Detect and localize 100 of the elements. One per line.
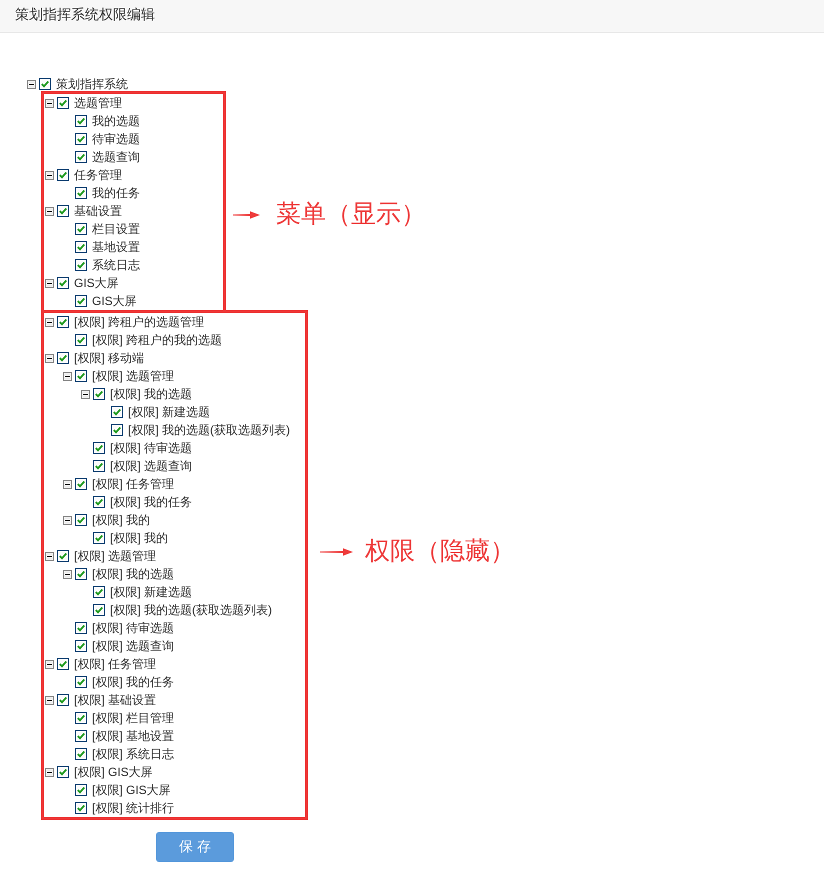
checkbox[interactable]	[57, 550, 69, 562]
checkbox[interactable]	[75, 676, 87, 688]
checkbox[interactable]	[57, 169, 69, 181]
checkbox[interactable]	[57, 97, 69, 109]
collapse-icon[interactable]	[63, 516, 72, 524]
collapse-icon[interactable]	[45, 660, 54, 668]
collapse-icon[interactable]	[81, 390, 90, 398]
checkbox[interactable]	[75, 478, 87, 490]
checkbox[interactable]	[57, 352, 69, 364]
collapse-icon[interactable]	[45, 206, 54, 216]
right-arrow-icon	[233, 211, 260, 219]
tree-node-label[interactable]: [权限] 统计排行	[92, 801, 174, 815]
checkbox[interactable]	[93, 460, 105, 472]
tree-node-label[interactable]: [权限] 基础设置	[74, 693, 156, 707]
tree-node-label[interactable]: [权限] 我的	[92, 513, 150, 527]
tree-node-label[interactable]: 待审选题	[92, 132, 140, 146]
checkbox[interactable]	[93, 586, 105, 598]
collapse-icon[interactable]	[45, 552, 54, 560]
collapse-icon[interactable]	[45, 768, 54, 776]
checkbox[interactable]	[93, 388, 105, 400]
checkbox[interactable]	[57, 277, 69, 289]
tree-node-label[interactable]: [权限] 新建选题	[110, 585, 192, 599]
checkbox[interactable]	[75, 802, 87, 814]
tree-node-label[interactable]: [权限] 我的选题(获取选题列表)	[128, 423, 290, 437]
checkbox[interactable]	[75, 730, 87, 742]
tree-node-label[interactable]: [权限] 选题管理	[74, 549, 156, 563]
checkbox[interactable]	[75, 622, 87, 634]
tree-node-label[interactable]: 选题查询	[92, 150, 140, 164]
checkbox[interactable]	[75, 133, 87, 145]
tree-node-label[interactable]: [权限] 选题查询	[92, 639, 174, 653]
checkbox[interactable]	[93, 604, 105, 616]
checkbox[interactable]	[75, 568, 87, 580]
checkbox[interactable]	[93, 532, 105, 544]
tree-node-label[interactable]: [权限] 待审选题	[110, 441, 192, 455]
tree-node-label[interactable]: [权限] 任务管理	[74, 657, 156, 671]
checkbox[interactable]	[111, 406, 123, 418]
tree-node-label[interactable]: [权限] 选题查询	[110, 459, 192, 473]
checkbox[interactable]	[75, 640, 87, 652]
checkbox[interactable]	[57, 658, 69, 670]
checkbox[interactable]	[57, 766, 69, 778]
tree-node-label[interactable]: [权限] 任务管理	[92, 477, 174, 491]
checkbox[interactable]	[75, 151, 87, 163]
collapse-icon[interactable]	[63, 480, 72, 488]
checkbox[interactable]	[75, 748, 87, 760]
checkbox[interactable]	[75, 784, 87, 796]
tree-node-label[interactable]: 选题管理	[74, 96, 122, 110]
checkbox[interactable]	[75, 295, 87, 307]
collapse-icon[interactable]	[45, 98, 54, 108]
collapse-icon[interactable]	[45, 696, 54, 704]
checkbox[interactable]	[75, 514, 87, 526]
checkbox[interactable]	[75, 370, 87, 382]
tree-node-label[interactable]: 基地设置	[92, 240, 140, 254]
checkbox[interactable]	[75, 241, 87, 253]
tree-node-label[interactable]: [权限] 新建选题	[128, 405, 210, 419]
tree-node-label[interactable]: [权限] 选题管理	[92, 369, 174, 383]
tree-node-label[interactable]: [权限] 我的选题	[110, 387, 192, 401]
checkbox[interactable]	[75, 187, 87, 199]
checkbox[interactable]	[57, 694, 69, 706]
tree-node-label[interactable]: 我的选题	[92, 114, 140, 128]
tree-node-label[interactable]: 任务管理	[74, 168, 122, 182]
tree-node-label[interactable]: GIS大屏	[74, 276, 119, 290]
tree-node-label[interactable]: [权限] 待审选题	[92, 621, 174, 635]
tree-node-label[interactable]: [权限] 我的选题	[92, 567, 174, 581]
checkbox[interactable]	[75, 223, 87, 235]
collapse-icon[interactable]	[45, 354, 54, 362]
tree-node-label[interactable]: 基础设置	[74, 204, 122, 218]
tree-node-label[interactable]: [权限] GIS大屏	[74, 765, 153, 779]
checkbox[interactable]	[57, 205, 69, 217]
checkbox[interactable]	[93, 442, 105, 454]
checkbox[interactable]	[75, 334, 87, 346]
collapse-icon[interactable]	[27, 80, 36, 88]
tree-node-label[interactable]: [权限] 栏目管理	[92, 711, 174, 725]
collapse-icon[interactable]	[63, 372, 72, 380]
tree-node-label[interactable]: [权限] 系统日志	[92, 747, 174, 761]
checkbox[interactable]	[75, 712, 87, 724]
tree-node-label[interactable]: 策划指挥系统	[56, 77, 128, 91]
tree-node-label[interactable]: 栏目设置	[92, 222, 140, 236]
tree-node-label[interactable]: GIS大屏	[92, 294, 137, 308]
tree-node-label[interactable]: [权限] 基地设置	[92, 729, 174, 743]
collapse-icon[interactable]	[63, 570, 72, 578]
tree-node-label[interactable]: 系统日志	[92, 258, 140, 272]
checkbox[interactable]	[75, 115, 87, 127]
tree-node-label[interactable]: [权限] 移动端	[74, 351, 144, 365]
checkbox[interactable]	[111, 424, 123, 436]
checkbox[interactable]	[93, 496, 105, 508]
collapse-icon[interactable]	[45, 170, 54, 180]
tree-node-label[interactable]: [权限] 我的	[110, 531, 168, 545]
tree-node-label[interactable]: [权限] 跨租户的选题管理	[74, 315, 204, 329]
tree-node-label[interactable]: [权限] 我的任务	[92, 675, 174, 689]
collapse-icon[interactable]	[45, 278, 54, 288]
tree-node-label[interactable]: 我的任务	[92, 186, 140, 200]
collapse-icon[interactable]	[45, 318, 54, 326]
tree-node-label[interactable]: [权限] GIS大屏	[92, 783, 171, 797]
tree-node-label[interactable]: [权限] 我的任务	[110, 495, 192, 509]
page-title: 策划指挥系统权限编辑	[15, 6, 155, 22]
checkbox[interactable]	[75, 259, 87, 271]
checkbox[interactable]	[57, 316, 69, 328]
checkbox[interactable]	[39, 78, 51, 90]
tree-node-label[interactable]: [权限] 我的选题(获取选题列表)	[110, 603, 272, 617]
tree-node-label[interactable]: [权限] 跨租户的我的选题	[92, 333, 222, 347]
